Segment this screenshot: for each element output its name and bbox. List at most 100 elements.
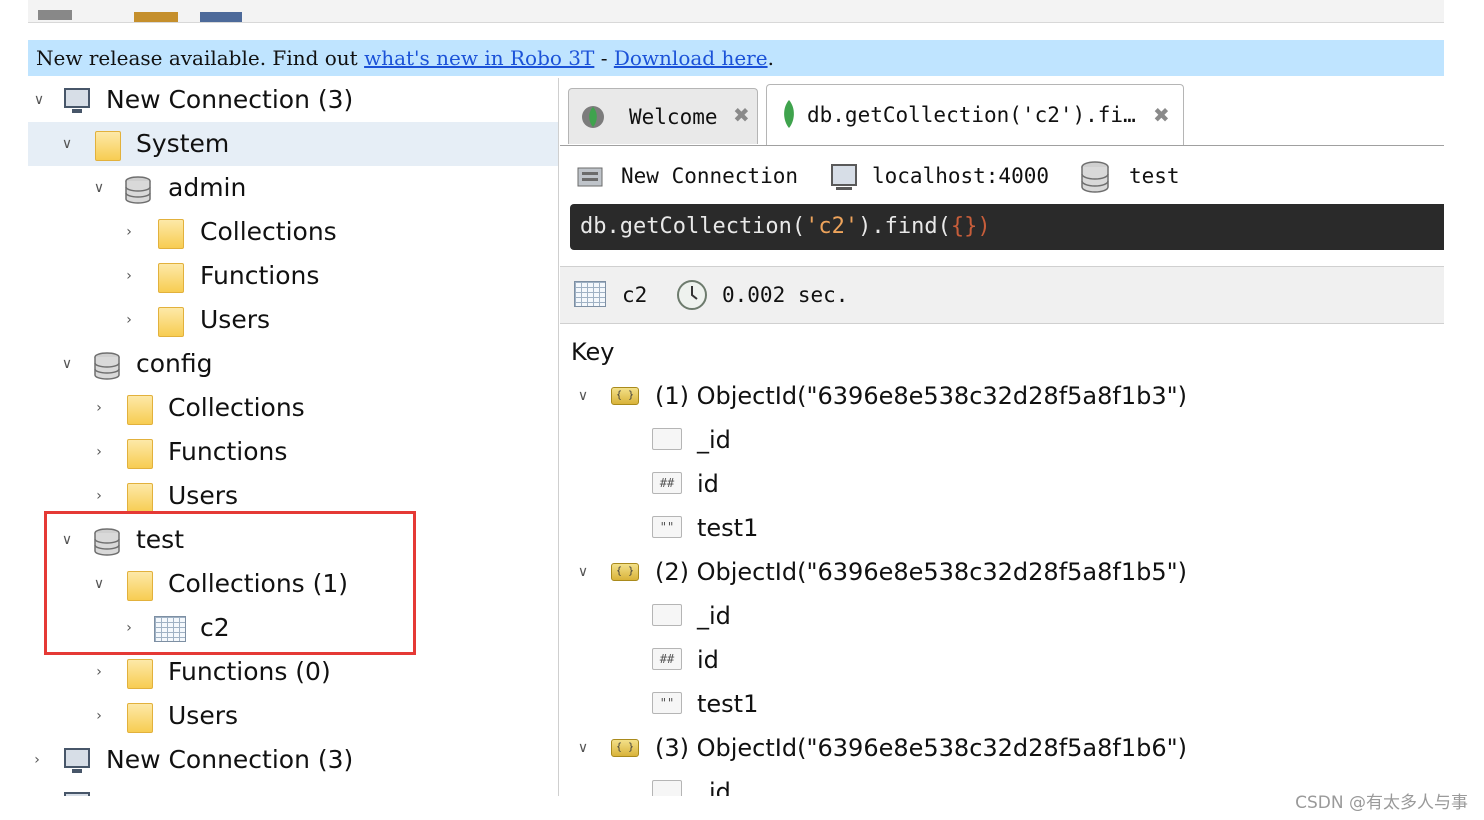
field-name: test1: [697, 690, 759, 718]
open-shell-icon[interactable]: [134, 6, 178, 22]
query-editor[interactable]: db.getCollection('c2').find({}): [570, 204, 1444, 250]
folder-icon: [158, 263, 184, 293]
chevron-down-icon[interactable]: ∨: [574, 739, 592, 757]
chevron-down-icon[interactable]: ∨: [574, 387, 592, 405]
chevron-right-icon[interactable]: ›: [90, 707, 108, 725]
tree-label: New Connection (3): [106, 745, 354, 774]
folder-icon: [158, 219, 184, 249]
tree-item-config-functions[interactable]: › Functions: [28, 430, 558, 474]
field-name: id: [697, 470, 719, 498]
field-row[interactable]: ## id: [560, 638, 1444, 682]
connection-database: test: [1129, 164, 1180, 188]
chevron-right-icon[interactable]: ›: [90, 399, 108, 417]
document-icon: { }: [611, 387, 639, 405]
tree-item-admin-collections[interactable]: › Collections: [28, 210, 558, 254]
connect-icon[interactable]: [36, 6, 76, 22]
document-icon: { }: [611, 563, 639, 581]
field-row[interactable]: "" test1: [560, 682, 1444, 726]
tree-item-connection-2[interactable]: › New Connection (3): [28, 738, 558, 782]
chevron-right-icon[interactable]: ›: [120, 267, 138, 285]
toolbar: [28, 0, 1444, 23]
results-header: Key: [560, 330, 1444, 374]
chevron-right-icon[interactable]: ›: [90, 443, 108, 461]
objectid-field-icon: [652, 604, 682, 626]
tab-label: db.getCollection('c2').fi…: [807, 103, 1136, 127]
field-row[interactable]: _id: [560, 594, 1444, 638]
field-name: test1: [697, 514, 759, 542]
chevron-right-icon[interactable]: ›: [120, 311, 138, 329]
tree-label: Collections: [200, 217, 337, 246]
collection-table-icon: [574, 281, 606, 307]
field-name: _id: [697, 778, 731, 796]
document-row[interactable]: ∨ { } (1) ObjectId("6396e8e538c32d28f5a8…: [560, 374, 1444, 418]
banner-text: New release available. Find out: [36, 46, 365, 70]
download-link[interactable]: Download here: [614, 46, 768, 70]
tree-label: admin: [168, 173, 247, 202]
chevron-right-icon[interactable]: ›: [28, 751, 46, 769]
tree-label: Functions: [200, 261, 320, 290]
query-braces: {}: [950, 214, 978, 239]
field-name: _id: [697, 602, 731, 630]
database-icon: [94, 352, 120, 380]
chevron-down-icon[interactable]: ∨: [58, 135, 76, 153]
close-icon[interactable]: ✖: [1153, 103, 1170, 127]
whats-new-link[interactable]: what's new in Robo 3T: [364, 46, 594, 70]
results-tree: Key ∨ { } (1) ObjectId("6396e8e538c32d28…: [560, 324, 1444, 796]
tree-item-system[interactable]: ∨ System: [28, 122, 558, 166]
tree-label: Users: [168, 481, 239, 510]
folder-icon: [158, 307, 184, 337]
document-row[interactable]: ∨ { } (2) ObjectId("6396e8e538c32d28f5a8…: [560, 550, 1444, 594]
chevron-down-icon[interactable]: ∨: [90, 179, 108, 197]
chevron-right-icon[interactable]: ›: [90, 487, 108, 505]
tree-item-config[interactable]: ∨ config: [28, 342, 558, 386]
string-field-icon: "": [652, 516, 682, 538]
document-row[interactable]: ∨ { } (3) ObjectId("6396e8e538c32d28f5a8…: [560, 726, 1444, 770]
field-row[interactable]: ## id: [560, 462, 1444, 506]
document-icon: { }: [611, 739, 639, 757]
tree-item-test-users[interactable]: › Users: [28, 694, 558, 738]
chevron-right-icon[interactable]: ›: [90, 663, 108, 681]
tree-label: Functions: [168, 437, 288, 466]
tree-label: New Connection (3): [106, 85, 354, 114]
clock-icon: [677, 280, 707, 310]
tree-item-connection-3[interactable]: [28, 782, 558, 796]
tab-bar: Welcome ✖ db.getCollection('c2').fi… ✖: [560, 78, 1444, 146]
tree-item-admin-users[interactable]: › Users: [28, 298, 558, 342]
tab-query[interactable]: db.getCollection('c2').fi… ✖: [766, 84, 1184, 146]
field-row[interactable]: "" test1: [560, 506, 1444, 550]
tree-item-admin[interactable]: ∨ admin: [28, 166, 558, 210]
query-text: db.getCollection('c2').find({}): [580, 212, 991, 242]
field-row[interactable]: _id: [560, 418, 1444, 462]
monitor-icon: [64, 88, 90, 113]
document-label: (3) ObjectId("6396e8e538c32d28f5a8f1b6"): [655, 734, 1188, 762]
folder-icon: [127, 395, 153, 425]
folder-icon: [127, 439, 153, 469]
tree-label: Collections: [168, 393, 305, 422]
field-name: id: [697, 646, 719, 674]
tree-label: config: [136, 349, 213, 378]
watermark: CSDN @有太多人与事: [1295, 793, 1468, 813]
close-icon[interactable]: ✖: [733, 103, 750, 127]
result-collection: c2: [622, 283, 648, 307]
highlight-box: [44, 511, 416, 655]
database-icon: [125, 176, 151, 204]
banner-text-end: .: [767, 46, 774, 70]
tree-item-test-functions[interactable]: › Functions (0): [28, 650, 558, 694]
query-prefix: db.getCollection(: [580, 214, 806, 239]
connection-host: localhost:4000: [872, 164, 1050, 188]
number-field-icon: ##: [652, 472, 682, 494]
chevron-right-icon[interactable]: ›: [120, 223, 138, 241]
query-argument: 'c2': [805, 214, 859, 239]
chevron-down-icon[interactable]: ∨: [574, 563, 592, 581]
tree-item-config-collections[interactable]: › Collections: [28, 386, 558, 430]
folder-icon: [127, 483, 153, 513]
field-name: _id: [697, 426, 731, 454]
tree-item-admin-functions[interactable]: › Functions: [28, 254, 558, 298]
panel-divider[interactable]: [558, 78, 559, 796]
tab-welcome[interactable]: Welcome ✖: [568, 88, 758, 144]
tree-label: Functions (0): [168, 657, 331, 686]
monitor-icon[interactable]: [200, 6, 242, 22]
chevron-down-icon[interactable]: ∨: [30, 91, 48, 109]
tree-item-connection[interactable]: ∨ New Connection (3): [28, 78, 558, 122]
chevron-down-icon[interactable]: ∨: [58, 355, 76, 373]
